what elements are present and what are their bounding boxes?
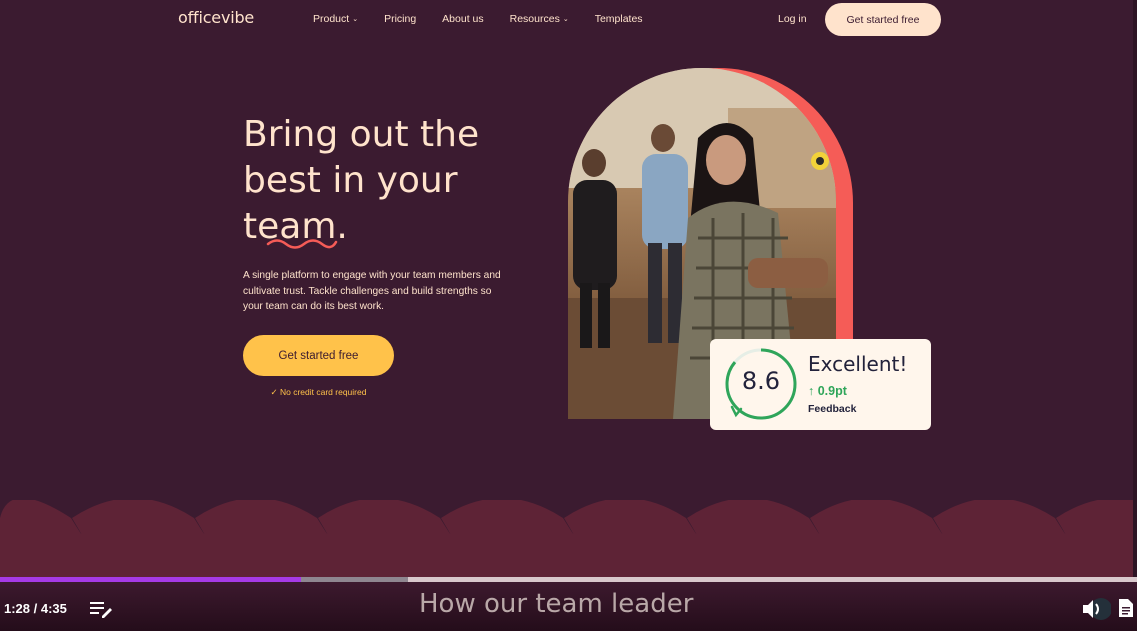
nav-item-label: Resources xyxy=(509,13,560,25)
video-caption: How our team leader xyxy=(419,589,694,619)
score-delta: ↑ 0.9pt xyxy=(808,384,847,398)
nav-item-label: Product xyxy=(313,13,350,25)
video-time: 1:28 / 4:35 xyxy=(4,601,67,616)
logo[interactable]: officevibe xyxy=(178,8,254,27)
score-rating: Excellent! xyxy=(808,352,908,376)
nav-item-label: About us xyxy=(442,13,484,25)
underline-squiggle-icon xyxy=(266,239,338,249)
hero-get-started-button[interactable]: Get started free xyxy=(243,335,394,376)
volume-icon[interactable] xyxy=(1081,598,1111,620)
login-link[interactable]: Log in xyxy=(778,13,807,25)
hero-description: A single platform to engage with your te… xyxy=(243,270,501,312)
nav-item-label: Templates xyxy=(594,13,643,25)
nav-item-templates[interactable]: Templates xyxy=(595,13,643,25)
hero-headline: Bring out the best in your team. xyxy=(243,112,533,250)
nav-item-pricing[interactable]: Pricing xyxy=(384,13,416,25)
playlist-edit-icon[interactable] xyxy=(90,600,114,618)
page-scrollbar[interactable] xyxy=(1133,0,1137,577)
nav-item-resources[interactable]: Resources ⌄ xyxy=(510,13,569,25)
nav-item-about[interactable]: About us xyxy=(442,13,483,25)
chevron-down-icon: ⌄ xyxy=(352,16,359,23)
main-nav: Product ⌄ Pricing About us Resources ⌄ T… xyxy=(313,13,669,25)
no-credit-card-note: ✓ No credit card required xyxy=(270,387,367,397)
nav-get-started-button[interactable]: Get started free xyxy=(825,3,941,36)
score-value: 8.6 xyxy=(741,367,781,395)
score-label: Feedback xyxy=(808,403,857,415)
chevron-down-icon: ⌄ xyxy=(562,16,569,23)
nav-item-product[interactable]: Product ⌄ xyxy=(313,13,358,25)
headline-line: best in your xyxy=(243,160,458,201)
nav-item-label: Pricing xyxy=(384,13,417,25)
headline-line: Bring out the xyxy=(243,114,480,155)
wave-divider xyxy=(0,500,1137,577)
document-icon[interactable] xyxy=(1118,598,1134,618)
